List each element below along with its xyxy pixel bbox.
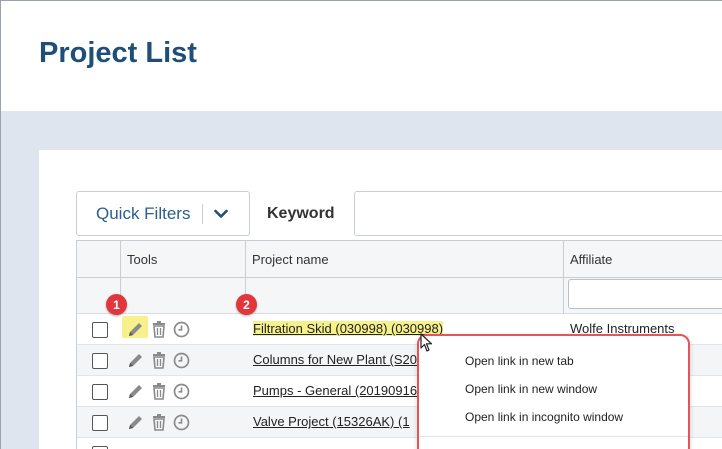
filter-cell bbox=[121, 278, 246, 314]
filter-cell bbox=[246, 278, 564, 314]
row-tools bbox=[127, 351, 190, 369]
clock-icon[interactable] bbox=[173, 352, 190, 369]
row-tools bbox=[127, 382, 190, 400]
pencil-icon[interactable] bbox=[127, 351, 145, 369]
trash-icon[interactable] bbox=[151, 382, 167, 400]
pencil-icon[interactable] bbox=[127, 413, 145, 431]
context-menu: Open link in new tab Open link in new wi… bbox=[417, 334, 690, 449]
row-tools bbox=[127, 320, 190, 338]
clock-icon[interactable] bbox=[173, 383, 190, 400]
column-header-affiliate[interactable]: Affiliate bbox=[564, 241, 722, 278]
project-name-link[interactable]: Pumps - General (20190916 bbox=[253, 383, 417, 398]
column-header-select bbox=[77, 241, 121, 278]
row-checkbox[interactable] bbox=[92, 322, 108, 338]
affiliate-filter-input[interactable] bbox=[568, 279, 722, 309]
trash-icon[interactable] bbox=[151, 320, 167, 338]
page-title: Project List bbox=[39, 37, 197, 69]
project-name-link[interactable]: Columns for New Plant (S20 bbox=[253, 352, 417, 367]
clock-icon[interactable] bbox=[173, 414, 190, 431]
row-checkbox[interactable] bbox=[92, 384, 108, 400]
trash-icon[interactable] bbox=[151, 413, 167, 431]
menu-divider bbox=[419, 436, 688, 437]
keyword-input[interactable] bbox=[354, 191, 722, 236]
keyword-label: Keyword bbox=[267, 205, 335, 222]
column-header-project-name[interactable]: Project name bbox=[246, 241, 564, 278]
row-checkbox[interactable] bbox=[92, 415, 108, 431]
quick-filters-divider bbox=[202, 203, 204, 224]
chevron-down-icon[interactable] bbox=[213, 206, 229, 222]
menu-item-open-incognito[interactable]: Open link in incognito window bbox=[465, 410, 623, 424]
project-name-link[interactable]: Valve Project (15326AK) (1 bbox=[253, 414, 410, 429]
trash-icon[interactable] bbox=[151, 351, 167, 369]
page-header: Project List bbox=[1, 1, 722, 111]
pencil-icon[interactable] bbox=[127, 320, 145, 338]
quick-filters-button[interactable]: Quick Filters bbox=[76, 191, 250, 236]
quick-filters-label: Quick Filters bbox=[96, 203, 191, 223]
row-checkbox[interactable] bbox=[92, 353, 108, 369]
callout-badge-1: 1 bbox=[106, 294, 127, 315]
column-header-tools[interactable]: Tools bbox=[121, 241, 246, 278]
pencil-icon[interactable] bbox=[127, 382, 145, 400]
callout-badge-2: 2 bbox=[236, 294, 257, 315]
clock-icon[interactable] bbox=[173, 321, 190, 338]
menu-item-open-new-window[interactable]: Open link in new window bbox=[465, 382, 597, 396]
project-name-link[interactable]: Filtration Skid (030998) (030998) bbox=[253, 321, 444, 336]
grid-header-row: Tools Project name Affiliate bbox=[77, 241, 722, 278]
menu-item-open-new-tab[interactable]: Open link in new tab bbox=[465, 354, 574, 368]
row-tools bbox=[127, 413, 190, 431]
mouse-cursor-icon bbox=[420, 333, 434, 358]
